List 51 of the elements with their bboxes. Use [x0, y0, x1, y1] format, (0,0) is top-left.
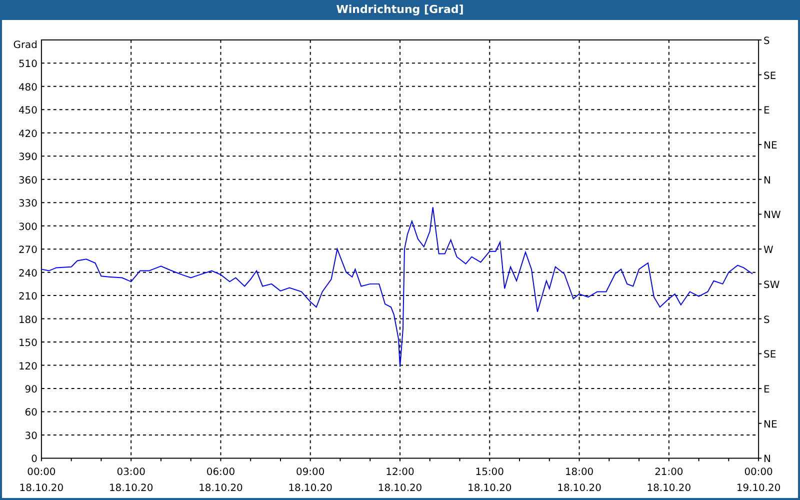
y-tick-label: 240 — [18, 268, 38, 280]
compass-direction-label: NE — [764, 140, 778, 152]
y-tick-label: 90 — [24, 384, 38, 396]
x-tick-label: 09:00 — [296, 467, 325, 478]
x-tick-date: 18.10.20 — [468, 483, 512, 494]
compass-direction-label: W — [764, 244, 774, 256]
x-tick-label: 15:00 — [475, 467, 504, 478]
y-tick-label: 30 — [24, 430, 38, 442]
compass-direction-label: NE — [764, 419, 778, 430]
y-tick-label: 150 — [18, 338, 38, 349]
y-tick-label: 180 — [18, 314, 38, 326]
compass-direction-label: SE — [764, 350, 776, 361]
x-tick-date: 18.10.20 — [198, 483, 243, 494]
x-tick-label: 00:00 — [27, 467, 56, 478]
y-tick-label: 450 — [18, 106, 38, 117]
x-tick-label: 12:00 — [386, 467, 414, 478]
x-tick-date: 18.10.20 — [646, 483, 692, 494]
compass-direction-label: N — [764, 175, 771, 186]
window-title: Windrichtung [Grad] — [0, 0, 800, 20]
compass-direction-label: S — [764, 36, 770, 47]
y-tick-label: 480 — [18, 82, 38, 94]
x-tick-date: 18.10.20 — [557, 483, 602, 494]
y-tick-label: 0 — [31, 454, 38, 466]
compass-direction-label: N — [764, 454, 771, 466]
x-tick-label: 03:00 — [116, 467, 146, 478]
x-tick-label: 18:00 — [564, 467, 594, 478]
compass-direction-label: SE — [764, 70, 776, 82]
x-tick-date: 18.10.20 — [19, 483, 64, 494]
compass-direction-label: SW — [764, 280, 780, 291]
y-tick-label: 510 — [18, 59, 38, 70]
compass-direction-label: NW — [764, 210, 781, 222]
x-tick-date: 18.10.20 — [288, 483, 332, 494]
y-tick-label: 390 — [18, 152, 38, 164]
y-tick-label: 420 — [18, 128, 38, 140]
y-axis-label: Grad — [13, 40, 38, 51]
x-tick-date: 18.10.20 — [108, 483, 154, 494]
x-tick-label: 21:00 — [654, 467, 684, 478]
compass-direction-label: S — [764, 314, 770, 326]
y-tick-label: 270 — [18, 244, 38, 256]
y-tick-label: 210 — [18, 291, 38, 302]
compass-direction-label: E — [764, 384, 770, 396]
x-tick-date: 19.10.20 — [736, 483, 781, 494]
y-tick-label: 330 — [18, 198, 38, 210]
y-tick-label: 60 — [24, 408, 38, 419]
compass-direction-label: E — [764, 106, 770, 117]
y-tick-label: 120 — [18, 361, 38, 372]
x-tick-label: 06:00 — [206, 467, 236, 478]
y-tick-label: 360 — [18, 175, 38, 186]
x-tick-date: 18.10.20 — [378, 483, 422, 494]
x-tick-label: 00:00 — [744, 467, 773, 478]
y-tick-label: 300 — [18, 222, 38, 233]
